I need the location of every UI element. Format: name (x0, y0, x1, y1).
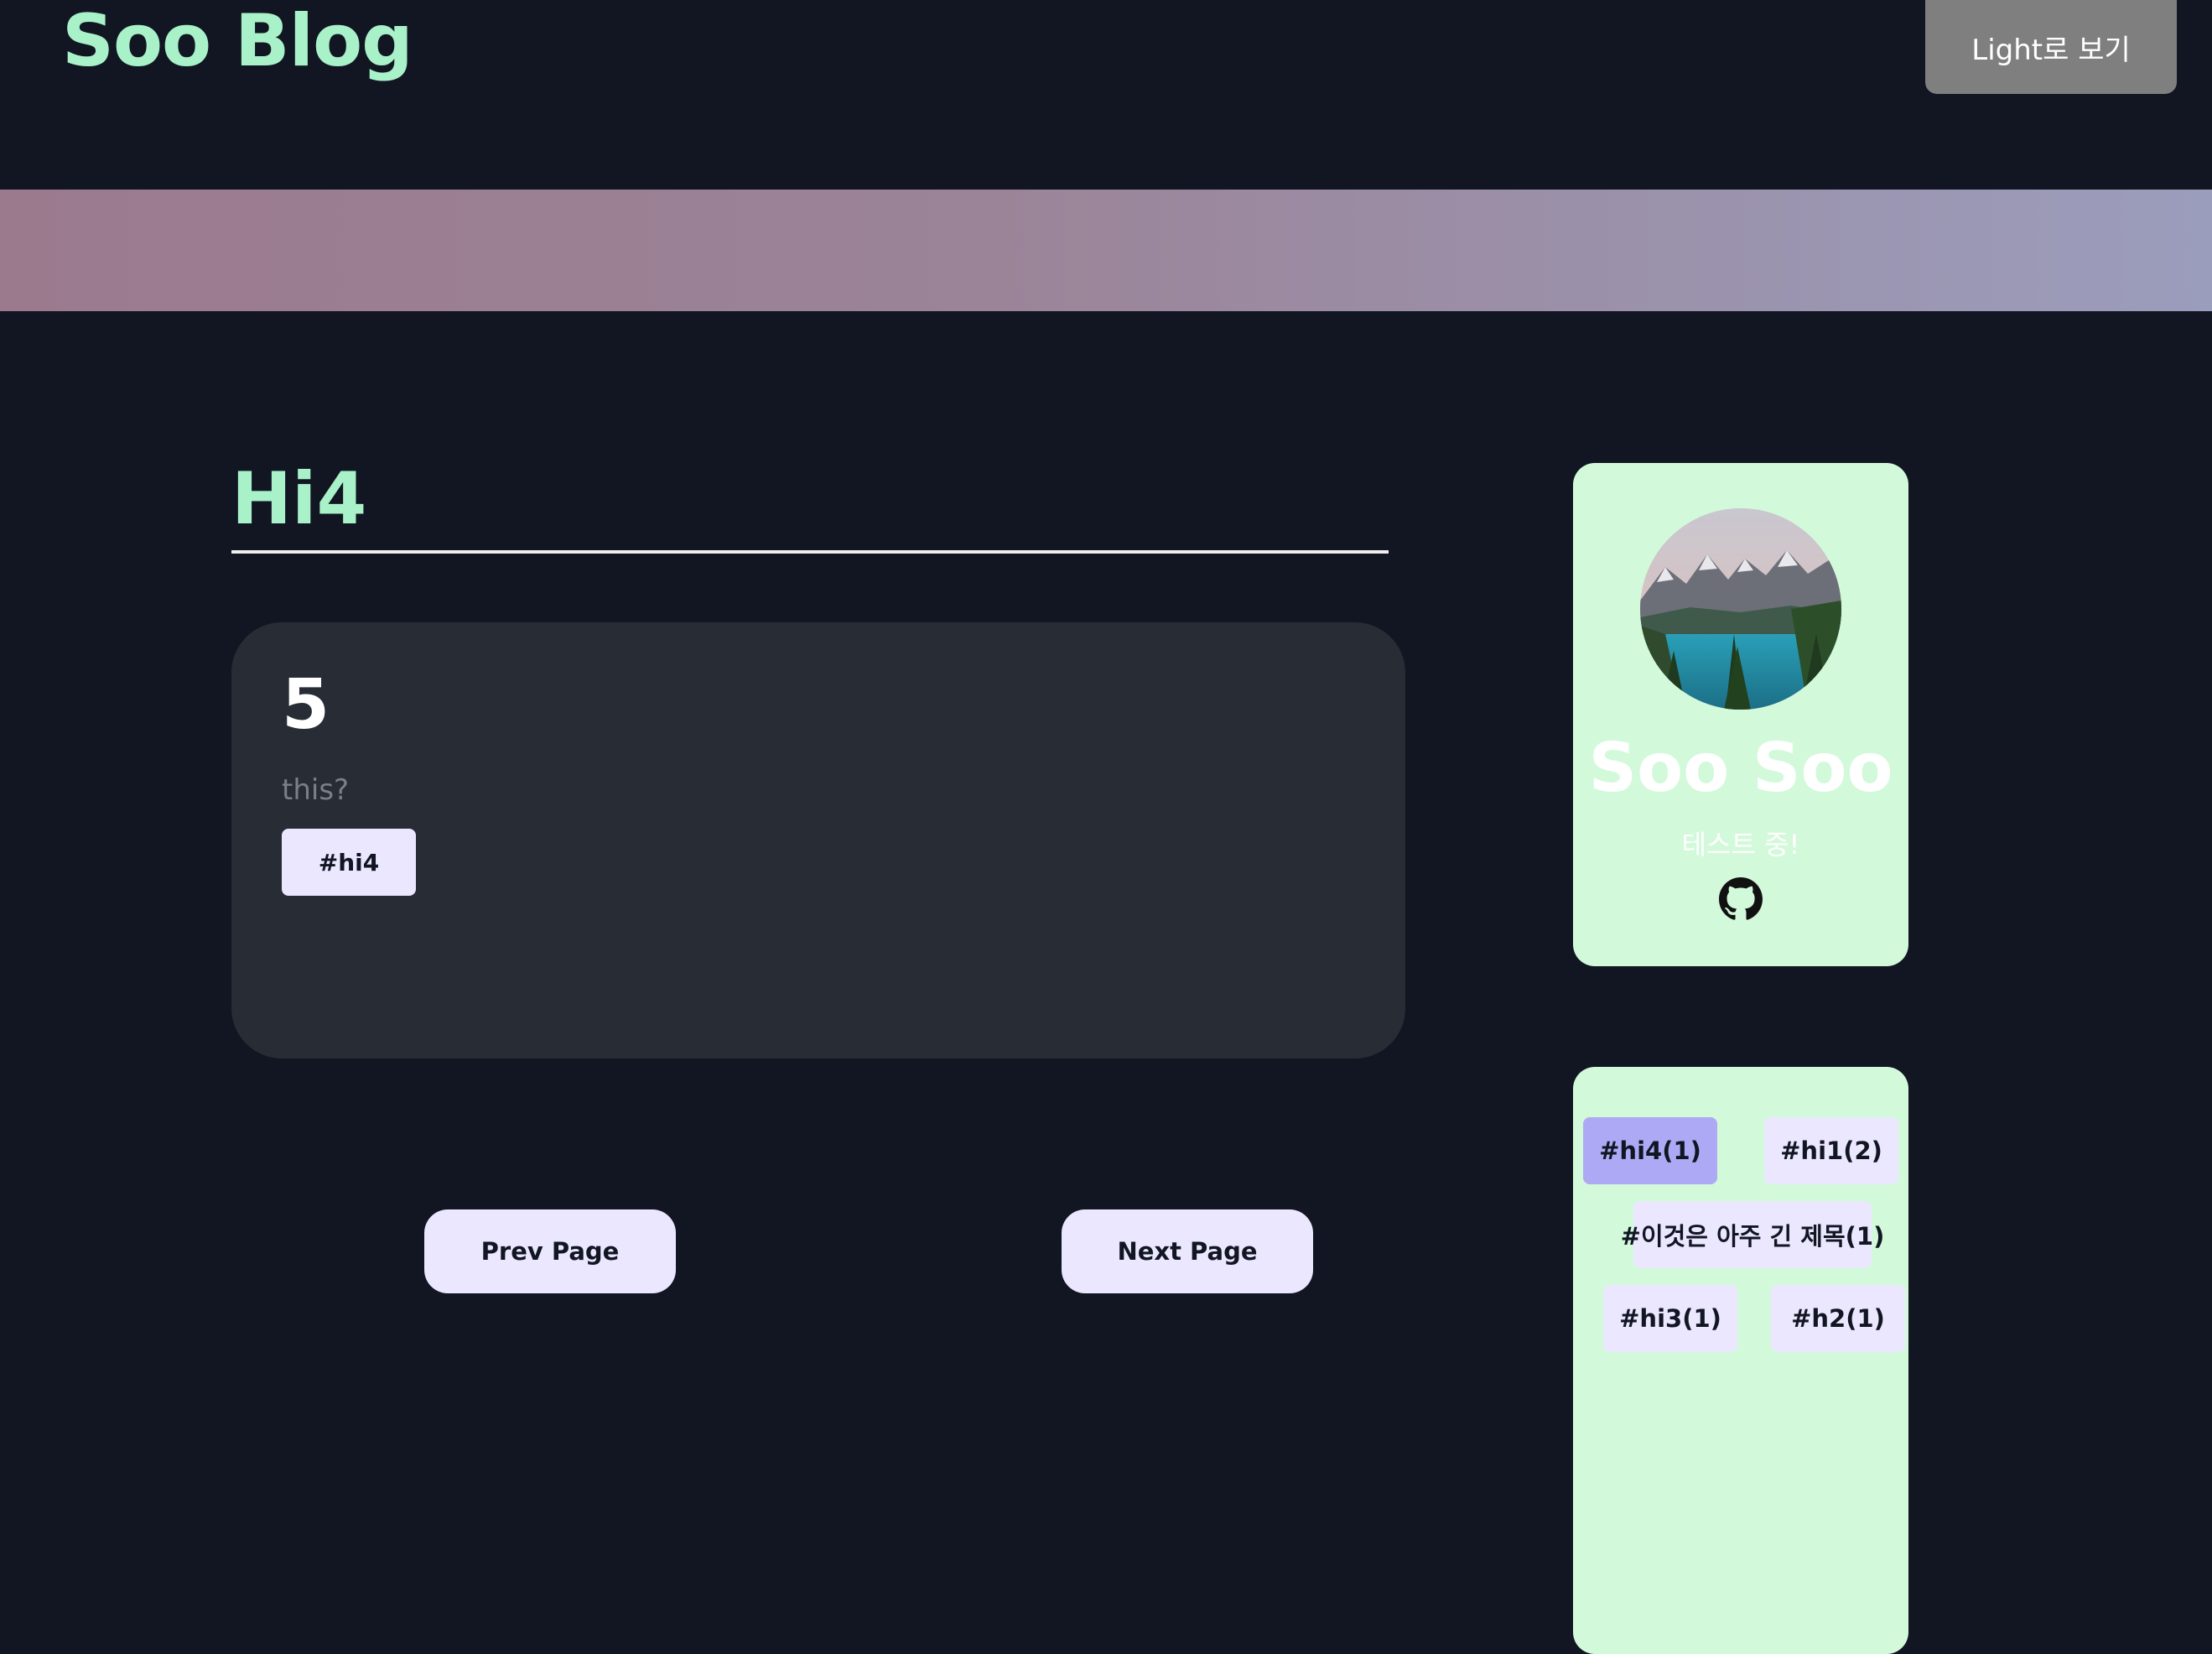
post-tag-button[interactable]: #hi4 (282, 829, 416, 896)
post-heading: Hi4 (231, 457, 367, 541)
header-banner (0, 190, 2212, 311)
post-card[interactable]: 5 this? #hi4 (231, 622, 1405, 1058)
tag-chip-hi3[interactable]: #hi3(1) (1603, 1285, 1737, 1352)
profile-description: 테스트 중! (1681, 829, 1800, 861)
tags-card: #hi4(1) #hi1(2) #이것은 아주 긴 제목(1) #hi3(1) … (1573, 1067, 1908, 1654)
post-card-description: this? (282, 773, 350, 807)
profile-card: Soo Soo 테스트 중! (1573, 463, 1908, 966)
tag-chip-long-title[interactable]: #이것은 아주 긴 제목(1) (1621, 1201, 1884, 1268)
tag-chip-hi1[interactable]: #hi1(2) (1764, 1117, 1898, 1184)
next-page-button[interactable]: Next Page (1062, 1209, 1313, 1293)
prev-page-button[interactable]: Prev Page (424, 1209, 676, 1293)
mountain-lake-image (1640, 508, 1841, 710)
heading-divider (231, 550, 1389, 554)
tag-chip-h2[interactable]: #h2(1) (1771, 1285, 1905, 1352)
tag-chip-hi4[interactable]: #hi4(1) (1583, 1117, 1717, 1184)
avatar (1640, 508, 1841, 710)
post-card-title[interactable]: 5 (282, 671, 330, 740)
theme-toggle-button[interactable]: Light로 보기 (1925, 0, 2177, 94)
site-title[interactable]: Soo Blog (62, 2, 413, 81)
github-icon[interactable] (1719, 877, 1763, 921)
profile-name: Soo Soo (1588, 729, 1893, 807)
